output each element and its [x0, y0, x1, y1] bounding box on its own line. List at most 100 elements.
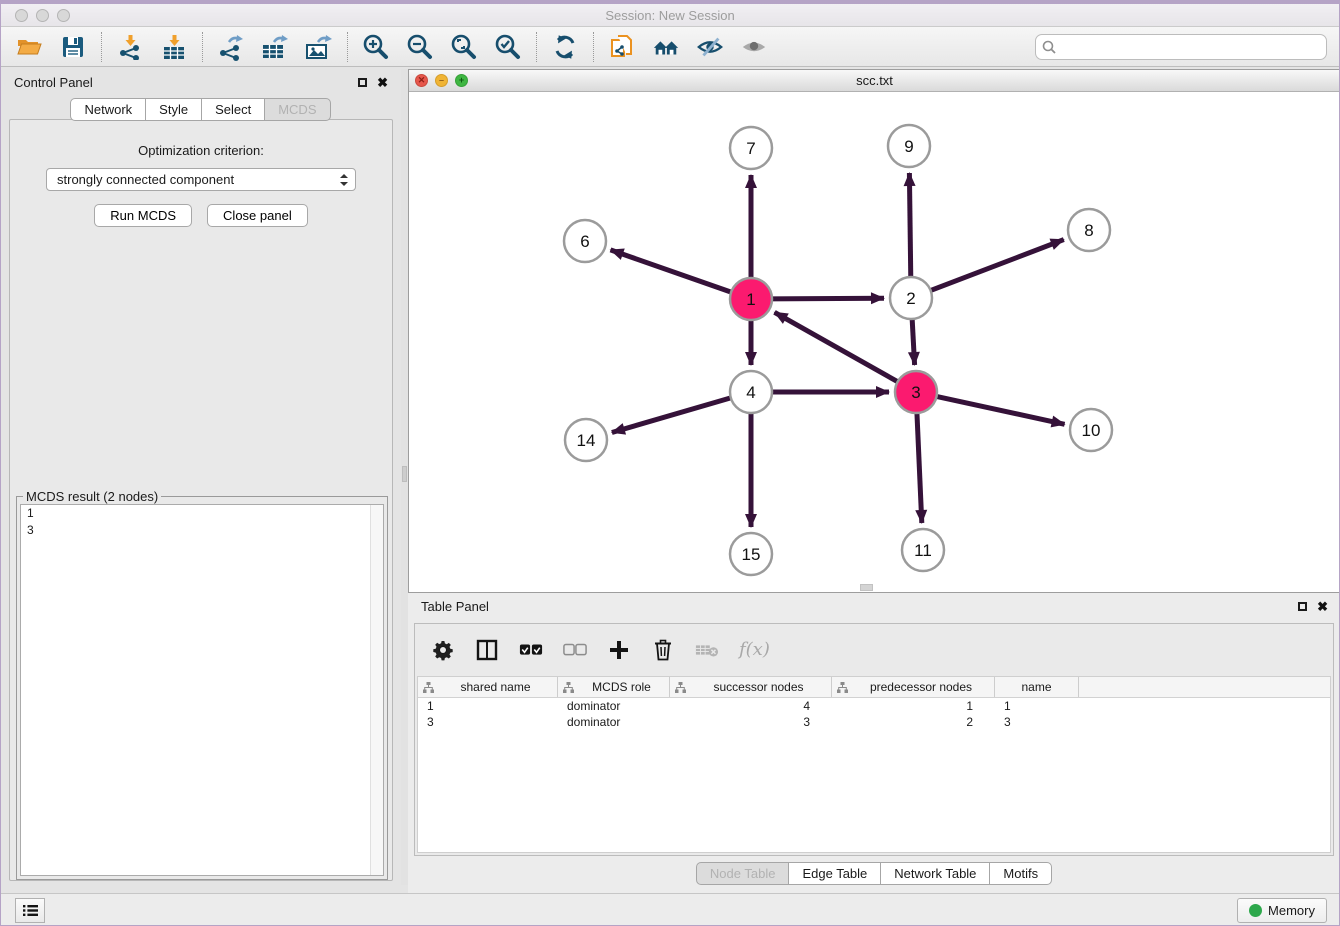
node-1[interactable]: 1 — [730, 278, 772, 320]
table-settings-icon[interactable] — [431, 638, 455, 662]
splitter-grip[interactable] — [402, 466, 407, 482]
export-network-icon[interactable] — [217, 33, 245, 61]
export-table-icon[interactable] — [261, 33, 289, 61]
network-from-selection-icon[interactable] — [608, 33, 636, 61]
node-6[interactable]: 6 — [564, 220, 606, 262]
table-row[interactable]: 3dominator323 — [418, 714, 1330, 730]
edge-2-8[interactable] — [928, 240, 1064, 292]
node-table: shared nameMCDS rolesuccessor nodesprede… — [417, 676, 1331, 853]
table-row[interactable]: 1dominator411 — [418, 698, 1330, 714]
edge-1-2[interactable] — [769, 298, 884, 299]
svg-text:1: 1 — [746, 290, 755, 309]
search-input[interactable] — [1035, 34, 1327, 60]
mcds-result-title: MCDS result (2 nodes) — [23, 489, 161, 504]
select-all-rows-icon[interactable] — [519, 638, 543, 662]
delete-table-icon — [695, 638, 719, 662]
edge-2-9[interactable] — [909, 173, 910, 280]
node-14[interactable]: 14 — [565, 419, 607, 461]
memory-label: Memory — [1268, 903, 1315, 918]
node-10[interactable]: 10 — [1070, 409, 1112, 451]
table-cell: 4 — [670, 699, 832, 713]
save-session-icon[interactable] — [59, 33, 87, 61]
panel-splitter[interactable] — [401, 69, 408, 885]
result-scrollbar[interactable] — [370, 505, 383, 875]
hide-selected-icon[interactable] — [696, 33, 724, 61]
network-view-window: ✕ – + scc.txt 7968124314101511 — [408, 69, 1340, 593]
show-all-icon[interactable] — [740, 33, 768, 61]
svg-text:2: 2 — [906, 289, 915, 308]
node-3[interactable]: 3 — [895, 371, 937, 413]
criterion-select[interactable]: strongly connected component — [46, 168, 356, 191]
close-panel-icon[interactable]: ✖ — [377, 76, 388, 89]
mcds-result-list[interactable]: 13 — [20, 504, 384, 876]
close-panel-button[interactable]: Close panel — [207, 204, 308, 227]
table-tabs: Node TableEdge TableNetwork TableMotifs — [408, 862, 1340, 885]
edge-2-3[interactable] — [912, 316, 915, 365]
network-minimize-button[interactable]: – — [435, 74, 448, 87]
column-header-shared-name[interactable]: shared name — [418, 677, 558, 697]
task-history-button[interactable] — [15, 898, 45, 923]
node-table-container: f(x) shared nameMCDS rolesuccessor nodes… — [414, 623, 1334, 856]
edge-3-11[interactable] — [917, 410, 922, 523]
network-close-button[interactable]: ✕ — [415, 74, 428, 87]
svg-text:11: 11 — [914, 541, 932, 560]
zoom-fit-icon[interactable] — [450, 33, 478, 61]
search-icon — [1042, 40, 1056, 54]
export-image-icon[interactable] — [305, 33, 333, 61]
result-item[interactable]: 3 — [21, 522, 383, 539]
tab-style[interactable]: Style — [145, 98, 202, 121]
node-9[interactable]: 9 — [888, 125, 930, 167]
import-table-icon[interactable] — [160, 33, 188, 61]
column-layout-icon[interactable] — [475, 638, 499, 662]
function-builder-icon: f(x) — [739, 639, 770, 660]
result-item[interactable]: 1 — [21, 505, 383, 522]
window-title: Session: New Session — [1, 8, 1339, 23]
run-mcds-button[interactable]: Run MCDS — [94, 204, 192, 227]
table-tab-network-table[interactable]: Network Table — [880, 862, 990, 885]
table-tab-node-table[interactable]: Node Table — [696, 862, 790, 885]
column-header-name[interactable]: name — [995, 677, 1079, 697]
network-maximize-button[interactable]: + — [455, 74, 468, 87]
node-8[interactable]: 8 — [1068, 209, 1110, 251]
edge-3-10[interactable] — [934, 396, 1065, 425]
delete-column-icon[interactable] — [651, 638, 675, 662]
memory-button[interactable]: Memory — [1237, 898, 1327, 923]
table-tab-edge-table[interactable]: Edge Table — [788, 862, 881, 885]
node-7[interactable]: 7 — [730, 127, 772, 169]
table-tab-motifs[interactable]: Motifs — [989, 862, 1052, 885]
network-resize-grip[interactable] — [860, 584, 873, 591]
tab-select[interactable]: Select — [201, 98, 265, 121]
column-header-predecessor-nodes[interactable]: predecessor nodes — [832, 677, 995, 697]
edge-3-1[interactable] — [775, 312, 901, 383]
edge-1-6[interactable] — [611, 250, 735, 293]
close-table-panel-icon[interactable]: ✖ — [1317, 600, 1328, 613]
table-cell: 3 — [670, 715, 832, 729]
import-network-icon[interactable] — [116, 33, 144, 61]
float-table-panel-icon[interactable] — [1298, 602, 1307, 611]
control-panel: Control Panel ✖ NetworkStyleSelectMCDS O… — [1, 69, 401, 885]
tab-mcds[interactable]: MCDS — [264, 98, 330, 121]
column-header-mcds-role[interactable]: MCDS role — [558, 677, 670, 697]
home-icon[interactable] — [652, 33, 680, 61]
network-graph: 7 9 6 8 1 2 4 3 14 10 15 11 — [409, 92, 1340, 592]
network-canvas[interactable]: 7 9 6 8 1 2 4 3 14 10 15 11 — [409, 92, 1340, 592]
refresh-view-icon[interactable] — [551, 33, 579, 61]
application-window: Session: New Session — [0, 0, 1340, 926]
zoom-in-icon[interactable] — [362, 33, 390, 61]
memory-status-dot — [1249, 904, 1262, 917]
column-header-successor-nodes[interactable]: successor nodes — [670, 677, 832, 697]
float-panel-icon[interactable] — [358, 78, 367, 87]
deselect-all-rows-icon[interactable] — [563, 638, 587, 662]
criterion-value: strongly connected component — [57, 172, 234, 187]
open-session-icon[interactable] — [15, 33, 43, 61]
node-15[interactable]: 15 — [730, 533, 772, 575]
zoom-out-icon[interactable] — [406, 33, 434, 61]
edge-4-14[interactable] — [612, 397, 734, 433]
zoom-selected-icon[interactable] — [494, 33, 522, 61]
tab-network[interactable]: Network — [70, 98, 146, 121]
node-2[interactable]: 2 — [890, 277, 932, 319]
column-namespace-icon — [423, 682, 434, 693]
node-11[interactable]: 11 — [902, 529, 944, 571]
add-column-icon[interactable] — [607, 638, 631, 662]
node-4[interactable]: 4 — [730, 371, 772, 413]
